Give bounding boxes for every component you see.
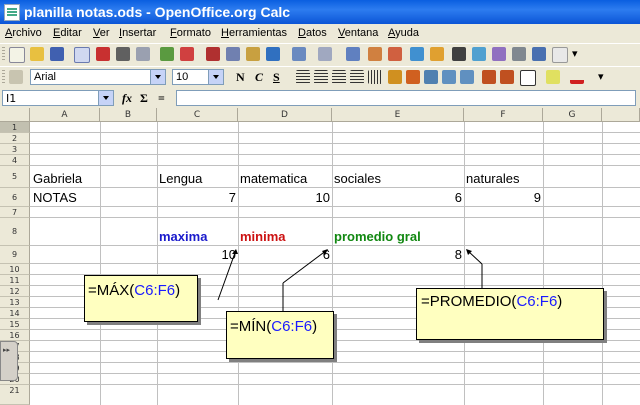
toolbar-options-icon[interactable]: ▾ [572,47,580,61]
menu-editar[interactable]: Editar [53,27,82,39]
help-icon[interactable] [552,47,568,63]
min-callout-line-diagonal [282,249,328,284]
spellcheck-icon[interactable] [160,47,174,61]
paste-icon[interactable] [246,47,260,61]
data-sources-icon[interactable] [512,47,526,61]
max-callout-range: C6:F6 [134,282,176,299]
function-wizard-icon[interactable]: fx [122,91,132,106]
sort-descending-icon[interactable] [388,47,402,61]
avg-formula-callout: =PROMEDIO(C6:F6) [416,288,604,340]
redo-icon[interactable] [318,47,332,61]
standard-format-icon[interactable] [424,70,438,84]
menu-ventana[interactable]: Ventana [338,27,378,39]
cut-icon[interactable] [206,47,220,61]
max-callout-func: =MÁX( [88,282,135,299]
sum-icon[interactable]: Σ [140,91,148,106]
max-callout-close: ) [175,282,181,299]
export-pdf-icon[interactable] [96,47,110,61]
navigator-icon[interactable] [472,47,486,61]
new-document-icon[interactable] [9,47,25,63]
chevron-down-icon[interactable] [208,70,223,84]
menu-insertar[interactable]: Insertar [119,27,156,39]
copy-icon[interactable] [226,47,240,61]
bold-button[interactable]: N [236,70,245,85]
max-callout-arrowhead [232,249,238,254]
format-paintbrush-icon[interactable] [266,47,280,61]
find-replace-icon[interactable] [452,47,466,61]
font-name-select[interactable]: Arial [30,69,166,85]
max-callout-line [217,249,237,301]
avg-callout-range: C6:F6 [516,293,558,310]
formula-bar: I1 fx Σ = [0,88,640,109]
styles-icon[interactable] [9,70,23,84]
chevron-down-icon[interactable] [98,91,113,105]
menu-archivo[interactable]: Archivo [5,27,42,39]
zoom-icon[interactable] [532,47,546,61]
min-callout-close: ) [312,318,318,335]
collapsed-side-panel-handle[interactable] [0,341,18,381]
menu-ayuda[interactable]: Ayuda [388,27,419,39]
align-right-icon[interactable] [332,70,346,84]
avg-callout-line-diagonal [467,250,483,265]
title-bar: planilla notas.ods - OpenOffice.org Calc [0,0,640,24]
page-preview-icon[interactable] [136,47,150,61]
menu-ver[interactable]: Ver [93,27,110,39]
formatting-toolbar: Arial 10 N C S ▾ [0,66,640,89]
align-center-icon[interactable] [314,70,328,84]
min-callout-arrowhead [322,249,328,255]
sort-ascending-icon[interactable] [368,47,382,61]
avg-callout-close: ) [557,293,563,310]
function-icon[interactable]: = [158,91,165,106]
increase-indent-icon[interactable] [500,70,514,84]
gallery-icon[interactable] [492,47,506,61]
justify-icon[interactable] [350,70,364,84]
decrease-indent-icon[interactable] [482,70,496,84]
merge-cells-icon[interactable] [368,70,382,84]
calc-app-icon [4,4,20,21]
chart-icon[interactable] [410,47,424,61]
menu-formato[interactable]: Formato [170,27,211,39]
toolbar-grip[interactable] [2,47,5,62]
align-left-icon[interactable] [296,70,310,84]
formula-input[interactable] [176,90,636,106]
avg-callout-func: =PROMEDIO( [421,293,517,310]
min-callout-func: =MÍN( [230,318,272,335]
window-title: planilla notas.ods - OpenOffice.org Calc [24,4,291,20]
borders-icon[interactable] [520,70,536,86]
delete-decimal-icon[interactable] [460,70,474,84]
font-color-icon[interactable] [570,70,584,84]
font-name-value: Arial [34,71,57,83]
chevron-down-icon[interactable] [150,70,165,84]
standard-toolbar: ▾ [0,43,640,67]
italic-button[interactable]: C [255,70,263,85]
font-size-select[interactable]: 10 [172,69,224,85]
font-size-value: 10 [176,71,189,83]
menu-herramientas[interactable]: Herramientas [221,27,287,39]
undo-icon[interactable] [292,47,306,61]
hyperlink-icon[interactable] [346,47,360,61]
max-formula-callout: =MÁX(C6:F6) [84,275,198,322]
menu-bar: Archivo Editar Ver Insertar Formato Herr… [0,24,640,43]
name-box[interactable]: I1 [2,90,114,106]
print-icon[interactable] [116,47,130,61]
min-callout-range: C6:F6 [271,318,313,335]
spreadsheet-grid: A B C D E F G 1 2 3 4 5 6 7 8 9 10 11 12… [0,108,640,405]
callout-connectors [217,249,483,319]
name-box-value: I1 [6,92,17,105]
edit-file-icon[interactable] [74,47,90,63]
background-color-icon[interactable] [546,70,560,84]
draw-functions-icon[interactable] [430,47,444,61]
menu-datos[interactable]: Datos [298,27,327,39]
toolbar-options-icon-2[interactable]: ▾ [598,70,606,84]
autospell-icon[interactable] [180,47,194,61]
save-icon[interactable] [50,47,64,61]
min-formula-callout: =MÍN(C6:F6) [226,311,334,359]
percent-format-icon[interactable] [406,70,420,84]
add-decimal-icon[interactable] [442,70,456,84]
underline-button[interactable]: S [273,70,280,85]
currency-format-icon[interactable] [388,70,402,84]
toolbar-grip-2[interactable] [2,70,5,85]
open-folder-icon[interactable] [30,47,44,61]
